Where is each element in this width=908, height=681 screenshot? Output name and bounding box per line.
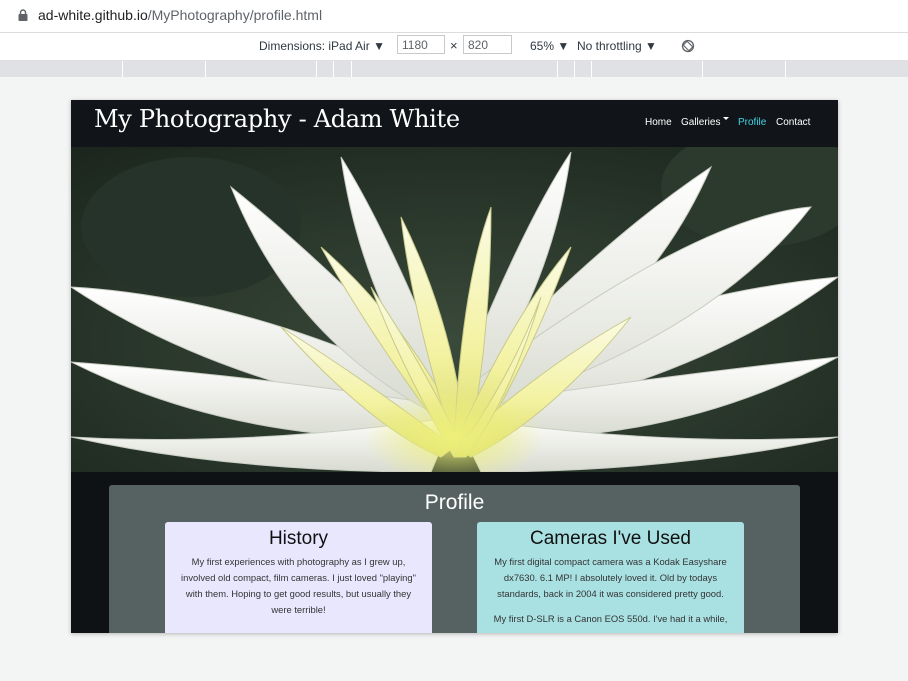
- cameras-title: Cameras I've Used: [530, 528, 691, 549]
- history-card: History My first experiences with photog…: [165, 522, 432, 633]
- zoom-label: 65%: [530, 39, 555, 53]
- nav-home[interactable]: Home: [645, 117, 672, 128]
- site-navbar: My Photography - Adam White Home Galleri…: [71, 100, 838, 147]
- lock-icon: [18, 9, 28, 21]
- caret-down-icon: [723, 117, 730, 120]
- nav-galleries-label: Galleries: [681, 117, 721, 128]
- times-symbol: ×: [450, 38, 458, 53]
- width-input[interactable]: 1180: [397, 35, 445, 54]
- dimensions-label: Dimensions: iPad Air: [259, 39, 370, 53]
- profile-heading: Profile: [424, 491, 485, 514]
- zoom-dropdown[interactable]: 65% ▼: [530, 39, 569, 53]
- nav-contact[interactable]: Contact: [776, 117, 810, 128]
- dropdown-arrow-icon: ▼: [557, 39, 570, 53]
- history-title: History: [268, 528, 329, 549]
- nav-galleries[interactable]: Galleries: [681, 117, 730, 128]
- site-brand[interactable]: My Photography - Adam White: [94, 105, 460, 133]
- rotate-icon[interactable]: [681, 39, 695, 53]
- url-host: ad-white.github.io: [38, 7, 148, 23]
- media-query-ruler[interactable]: [0, 61, 908, 77]
- cameras-text-2: My first D-SLR is a Canon EOS 550d. I've…: [493, 613, 728, 624]
- device-toolbar: Dimensions: iPad Air ▼ 1180 × 820 65% ▼ …: [0, 33, 908, 61]
- hero-image: [71, 147, 838, 472]
- cameras-text-1: My first digital compact camera was a Ko…: [494, 556, 727, 599]
- throttling-label: No throttling: [577, 39, 642, 53]
- device-viewport: My Photography - Adam White Home Galleri…: [71, 100, 838, 633]
- dropdown-arrow-icon: ▼: [645, 39, 657, 53]
- height-input[interactable]: 820: [463, 35, 512, 54]
- url-path: /MyPhotography/profile.html: [147, 7, 323, 23]
- throttling-dropdown[interactable]: No throttling ▼: [577, 39, 657, 53]
- dropdown-arrow-icon: ▼: [373, 39, 385, 53]
- cameras-card: Cameras I've Used My first digital compa…: [477, 522, 744, 633]
- dimensions-dropdown[interactable]: Dimensions: iPad Air ▼: [259, 39, 385, 53]
- nav-profile[interactable]: Profile: [738, 117, 766, 128]
- url-text[interactable]: ad-white.github.io/MyPhotography/profile…: [38, 7, 322, 23]
- history-text: My first experiences with photography as…: [181, 556, 416, 615]
- profile-panel: Profile History My first experiences wit…: [109, 485, 800, 633]
- address-bar[interactable]: ad-white.github.io/MyPhotography/profile…: [0, 0, 908, 33]
